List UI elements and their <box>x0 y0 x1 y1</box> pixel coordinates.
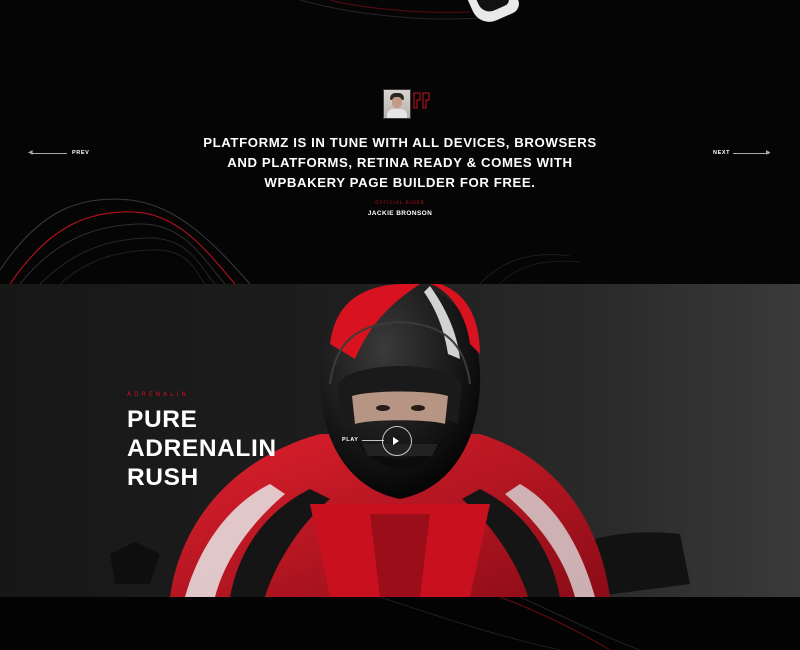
next-line <box>733 153 769 154</box>
author-name: Jackie Bronson <box>367 210 433 217</box>
prev-button[interactable]: ◀ PREV <box>28 149 90 159</box>
testimonial-section: Platformz is in tune with all devices, b… <box>0 0 800 284</box>
play-icon <box>393 437 399 445</box>
author-role: Official Rider <box>375 201 425 206</box>
quote-mark-icon <box>413 92 430 109</box>
prev-label: PREV <box>72 150 90 156</box>
play-line <box>362 440 384 441</box>
prev-line <box>31 153 67 154</box>
decorative-wave-lines-bottom <box>379 597 641 650</box>
testimonial-quote: Platformz is in tune with all devices, b… <box>203 135 597 190</box>
user-avatar-photo <box>383 89 411 119</box>
next-section-strip <box>0 597 800 650</box>
next-button[interactable]: NEXT ▶ <box>712 149 772 159</box>
hero-section: Adrenalin Pure Adrenalin Rush PLAY <box>0 284 800 597</box>
next-label: NEXT <box>713 150 731 156</box>
hero-title: Pure Adrenalin Rush <box>127 406 277 491</box>
hero-eyebrow: Adrenalin <box>127 391 189 398</box>
play-label: PLAY <box>342 437 359 443</box>
arrow-right-icon: ▶ <box>766 149 771 156</box>
play-button[interactable]: PLAY <box>342 426 416 456</box>
